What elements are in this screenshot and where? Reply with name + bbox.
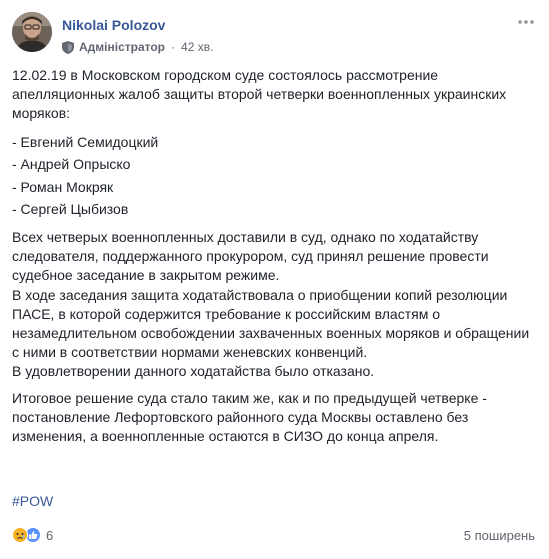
- list-item: - Андрей Опрыско: [12, 156, 131, 173]
- list-item: - Евгений Семидоцкий: [12, 133, 159, 150]
- sad-reaction-icon: [12, 527, 28, 543]
- role-label[interactable]: Адміністратор: [79, 39, 165, 55]
- paragraph-decision: Итоговое решение суда стало таким же, ка…: [12, 389, 487, 445]
- avatar-photo: [12, 12, 52, 52]
- paragraph-court: Всех четверых военнопленных доставили в …: [12, 228, 489, 284]
- post-footer: 6 5 поширень: [12, 524, 537, 546]
- prisoner-list: - Евгений Семидоцкий - Андрей Опрыско - …: [12, 131, 537, 221]
- separator-dot: ·: [171, 40, 176, 54]
- more-options-icon[interactable]: [517, 15, 535, 25]
- post-meta: Адміністратор · 42 хв.: [62, 39, 213, 55]
- avatar[interactable]: [12, 12, 52, 52]
- timestamp[interactable]: 42 хв.: [181, 39, 213, 55]
- reaction-count[interactable]: 6: [46, 528, 53, 543]
- author-name[interactable]: Nikolai Polozov: [62, 16, 165, 34]
- paragraph-refused: В удовлетворении данного ходатайства был…: [12, 363, 375, 380]
- admin-shield-icon: [62, 40, 74, 54]
- post-body: 12.02.19 в Московском городском суде сос…: [12, 66, 537, 453]
- reactions-summary[interactable]: 6: [12, 527, 53, 543]
- list-item: - Роман Мокряк: [12, 178, 114, 195]
- hashtag-link[interactable]: #POW: [12, 492, 53, 511]
- post-card: Nikolai Polozov Адміністратор · 42 хв. 1…: [0, 0, 549, 559]
- list-item: - Сергей Цыбизов: [12, 201, 129, 218]
- shares-count[interactable]: 5 поширень: [464, 528, 535, 543]
- paragraph-pace: В ходе заседания защита ходатайствовала …: [12, 286, 530, 361]
- paragraph-intro: 12.02.19 в Московском городском суде сос…: [12, 67, 507, 122]
